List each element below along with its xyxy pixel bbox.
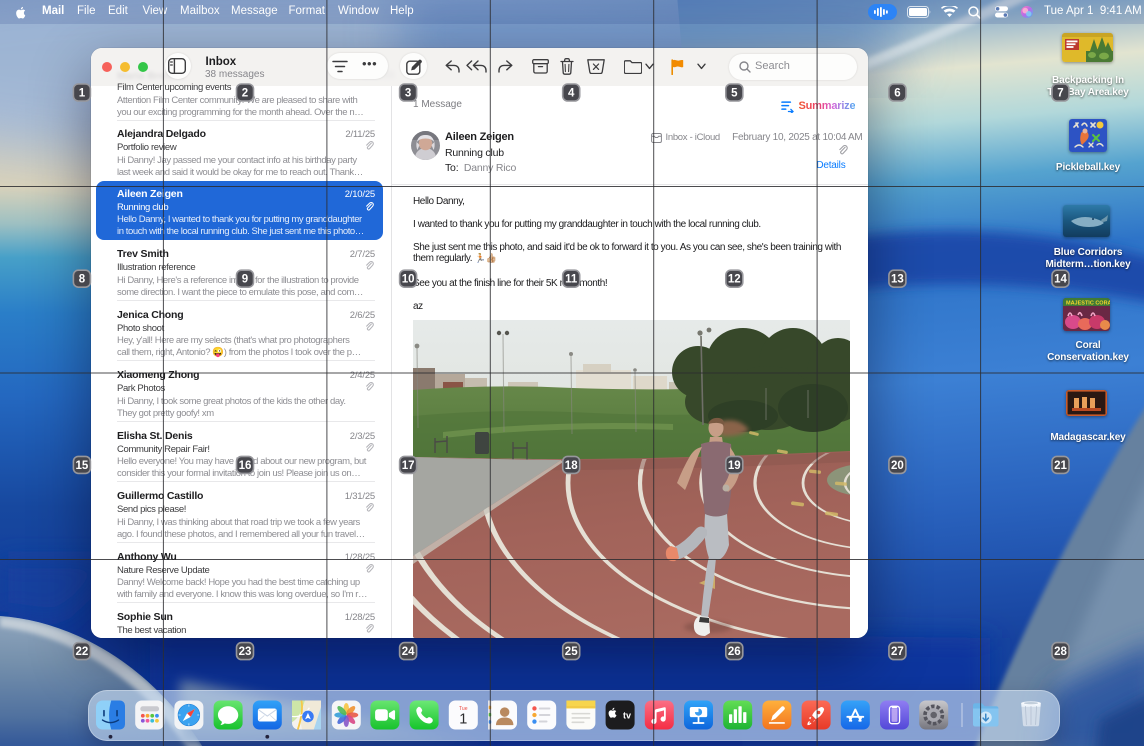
svg-text:9: 9 bbox=[242, 274, 248, 286]
svg-text:2: 2 bbox=[242, 88, 248, 100]
svg-text:11: 11 bbox=[565, 274, 578, 286]
svg-text:8: 8 bbox=[79, 274, 86, 286]
svg-text:16: 16 bbox=[239, 460, 252, 472]
svg-text:4: 4 bbox=[568, 88, 575, 100]
svg-text:18: 18 bbox=[565, 460, 578, 472]
svg-text:12: 12 bbox=[728, 274, 741, 286]
svg-text:6: 6 bbox=[894, 88, 900, 100]
svg-text:14: 14 bbox=[1054, 274, 1067, 286]
svg-text:1: 1 bbox=[79, 88, 86, 100]
svg-text:20: 20 bbox=[891, 460, 904, 472]
svg-text:5: 5 bbox=[731, 88, 738, 100]
svg-text:24: 24 bbox=[402, 646, 415, 658]
svg-text:26: 26 bbox=[728, 646, 741, 658]
svg-text:3: 3 bbox=[405, 88, 411, 100]
svg-text:28: 28 bbox=[1054, 646, 1067, 658]
svg-text:19: 19 bbox=[728, 460, 741, 472]
svg-text:27: 27 bbox=[891, 646, 904, 658]
svg-text:10: 10 bbox=[402, 274, 415, 286]
svg-text:7: 7 bbox=[1057, 88, 1063, 100]
svg-text:21: 21 bbox=[1054, 460, 1067, 472]
svg-text:25: 25 bbox=[565, 646, 578, 658]
svg-text:17: 17 bbox=[402, 460, 415, 472]
svg-text:13: 13 bbox=[891, 274, 904, 286]
svg-text:23: 23 bbox=[239, 646, 252, 658]
svg-text:15: 15 bbox=[76, 460, 89, 472]
svg-text:22: 22 bbox=[76, 646, 89, 658]
